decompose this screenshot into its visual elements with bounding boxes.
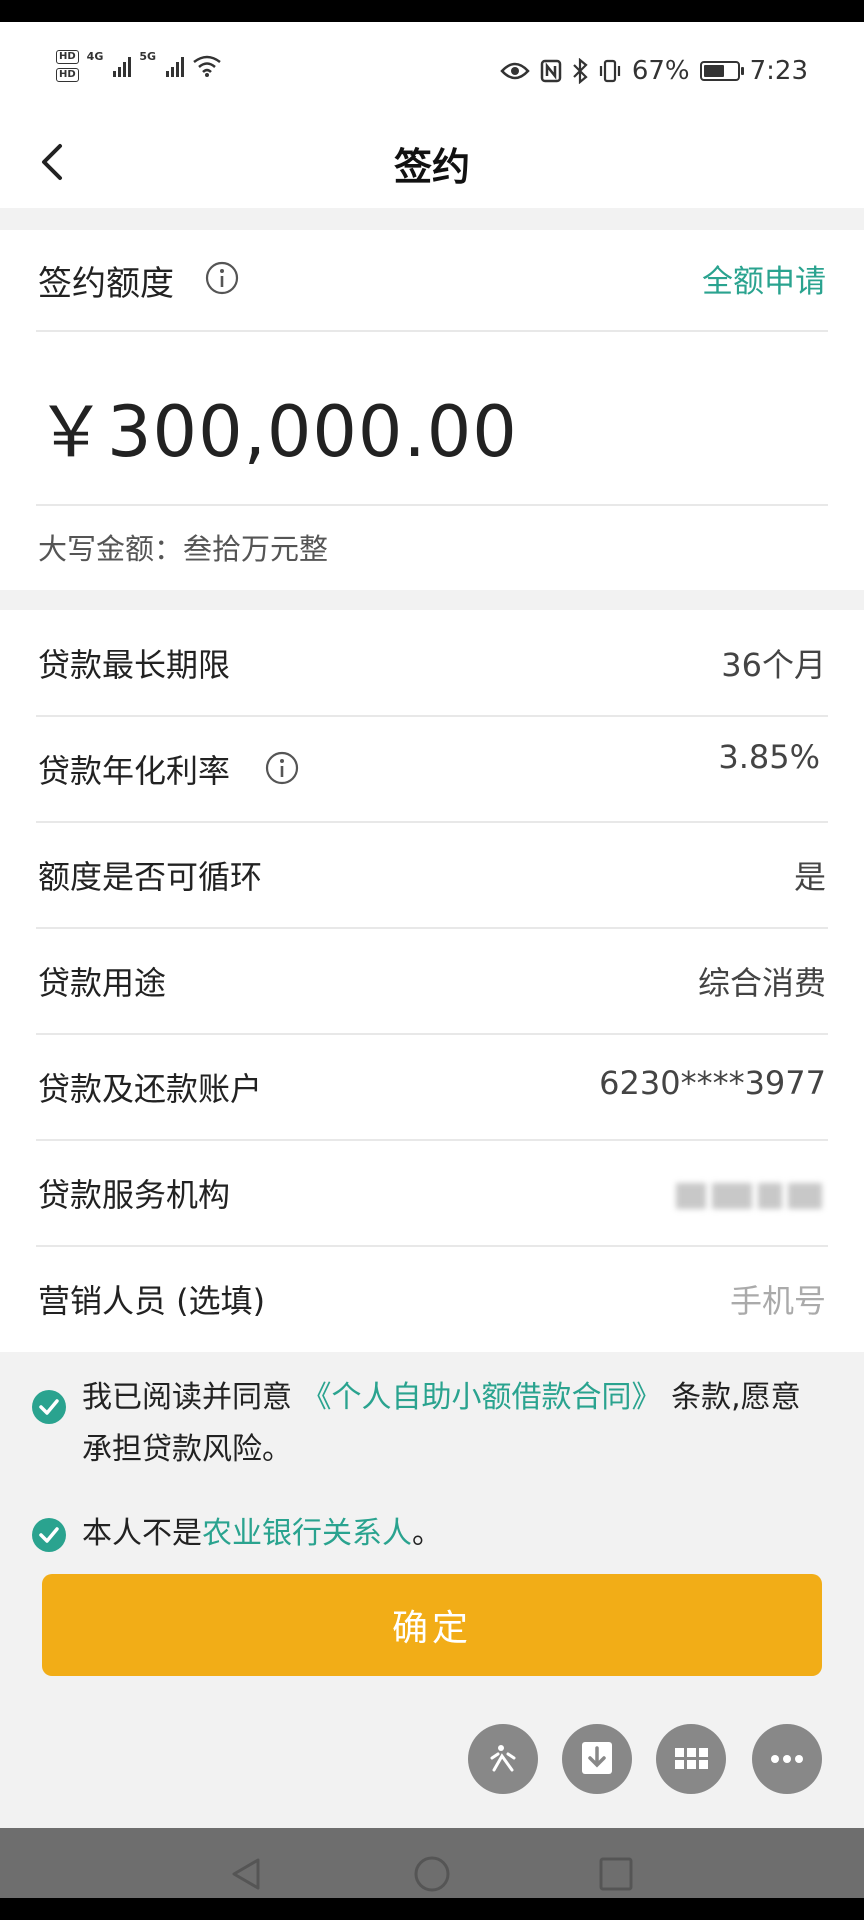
eye-icon <box>500 62 530 80</box>
check-icon[interactable] <box>32 1390 66 1424</box>
detail-row-marketer[interactable]: 营销人员 (选填) 手机号 <box>0 1246 864 1352</box>
info-icon[interactable] <box>204 260 240 296</box>
nav-back-button[interactable] <box>226 1854 266 1894</box>
divider <box>36 330 828 332</box>
detail-label: 贷款及还款账户 <box>38 1070 263 1108</box>
nav-bar: 签约 <box>0 124 864 208</box>
detail-label: 额度是否可循环 <box>38 858 263 896</box>
agreement-relation: 本人不是农业银行关系人。 <box>0 1508 864 1564</box>
divider <box>36 504 828 506</box>
agreement-text: 。 <box>412 1516 442 1551</box>
contract-link[interactable]: 《个人自助小额借款合同》 <box>302 1380 662 1415</box>
detail-value: 综合消费 <box>697 964 826 1002</box>
limit-card: 签约额度 全额申请 ￥300,000.00 大写金额：叁拾万元整 <box>0 230 864 590</box>
nfc-icon <box>540 59 562 83</box>
signal-icon <box>166 55 185 77</box>
capital-amount: 大写金额：叁拾万元整 <box>38 532 329 566</box>
detail-value: 是 <box>793 858 826 896</box>
vibrate-icon <box>599 59 620 83</box>
more-button[interactable] <box>752 1724 822 1794</box>
clock: 7:23 <box>749 56 808 86</box>
limit-amount: ￥300,000.00 <box>36 391 518 473</box>
hd-badge: HD <box>56 68 79 82</box>
download-icon <box>582 1742 612 1774</box>
battery-icon <box>699 61 744 81</box>
more-icon <box>771 1755 803 1763</box>
info-icon[interactable] <box>264 750 300 786</box>
detail-label: 贷款最长期限 <box>38 646 231 684</box>
network-label: 4G <box>86 50 104 63</box>
confirm-button[interactable]: 确定 <box>42 1574 822 1676</box>
limit-label: 签约额度 <box>38 264 174 304</box>
download-button[interactable] <box>562 1724 632 1794</box>
detail-row-revolving: 额度是否可循环 是 <box>0 822 864 928</box>
top-frame <box>0 0 864 22</box>
loan-details-card: 贷款最长期限 36个月 贷款年化利率 3.85% 额度是否可循环 是 贷款用途 … <box>0 610 864 1352</box>
page-title: 签约 <box>393 145 470 189</box>
apps-button[interactable] <box>656 1724 726 1794</box>
detail-value: 6230****3977 <box>599 1064 826 1102</box>
square-recents-icon <box>599 1857 633 1891</box>
battery-percent: 67% <box>631 56 690 86</box>
nav-recents-button[interactable] <box>596 1854 636 1894</box>
bottom-frame <box>0 1898 864 1920</box>
full-apply-link[interactable]: 全额申请 <box>702 256 826 301</box>
detail-value: 36个月 <box>721 646 826 684</box>
detail-row-purpose[interactable]: 贷款用途 综合消费 <box>0 928 864 1034</box>
limit-header-row: 签约额度 全额申请 <box>0 230 864 330</box>
blurred-value <box>676 1178 826 1214</box>
phone-input[interactable]: 手机号 <box>730 1276 826 1322</box>
nav-home-button[interactable] <box>412 1854 452 1894</box>
wifi-icon <box>193 55 221 77</box>
check-icon[interactable] <box>32 1518 66 1552</box>
detail-value: 3.85% <box>718 738 820 776</box>
detail-label: 贷款年化利率 <box>38 752 231 790</box>
hd-badge: HD <box>56 50 79 64</box>
status-bar: HD HD 4G 5G 67% 7:23 <box>0 22 864 124</box>
detail-label: 贷款用途 <box>38 964 167 1002</box>
sparkle-icon <box>490 1745 516 1772</box>
detail-label: 贷款服务机构 <box>38 1176 231 1214</box>
detail-row-institution: 贷款服务机构 <box>0 1140 864 1246</box>
triangle-back-icon <box>232 1858 260 1890</box>
detail-label: 营销人员 (选填) <box>38 1282 266 1320</box>
detail-row-account[interactable]: 贷款及还款账户 6230****3977 <box>0 1034 864 1140</box>
detail-row-rate: 贷款年化利率 3.85% <box>0 716 864 822</box>
agreement-contract: 我已阅读并同意 《个人自助小额借款合同》 条款,愿意承担贷款风险。 <box>0 1372 864 1482</box>
detail-row-term: 贷款最长期限 36个月 <box>0 610 864 716</box>
signal-icon <box>113 55 132 77</box>
relation-link[interactable]: 农业银行关系人 <box>202 1516 412 1551</box>
network-label: 5G <box>139 50 157 63</box>
bluetooth-icon <box>573 58 588 84</box>
agreement-text: 本人不是 <box>82 1516 202 1551</box>
agreement-text: 我已阅读并同意 <box>82 1380 302 1415</box>
grid-icon <box>675 1748 708 1769</box>
assist-button[interactable] <box>468 1724 538 1794</box>
circle-home-icon <box>414 1856 450 1892</box>
